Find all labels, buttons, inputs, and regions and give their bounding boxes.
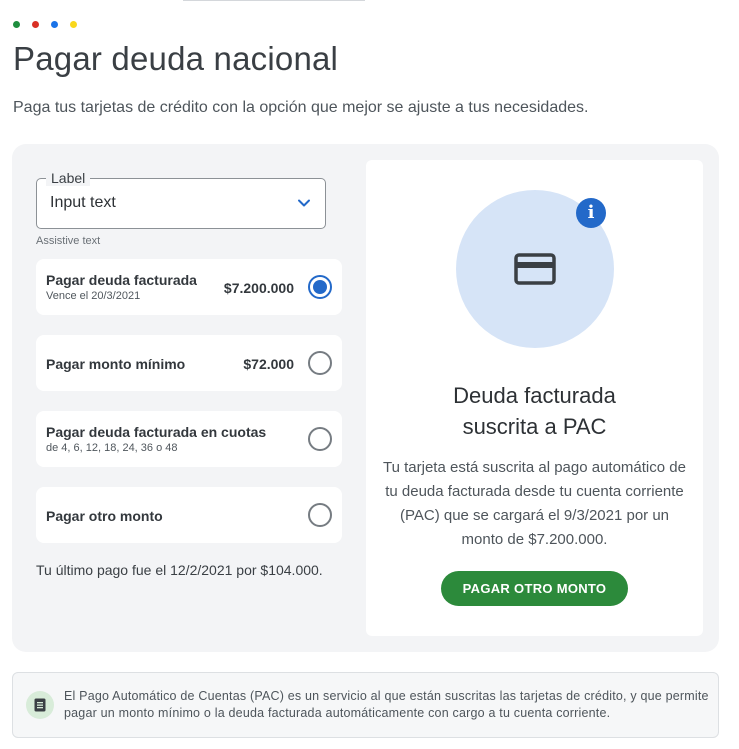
option-amount: $72.000 (243, 356, 294, 372)
account-select-value: Input text (50, 194, 116, 211)
panel-description: Tu tarjeta está suscrita al pago automát… (383, 459, 686, 548)
radio-button[interactable] (308, 427, 332, 451)
brand-dot-green (13, 21, 20, 28)
brand-dots (13, 21, 77, 28)
option-title: Pagar otro monto (46, 508, 163, 524)
radio-button[interactable] (308, 351, 332, 375)
chevron-down-icon[interactable] (297, 196, 311, 210)
last-payment-text: Tu último pago fue el 12/2/2021 por $104… (36, 562, 323, 578)
document-icon (34, 698, 46, 712)
assistive-text: Assistive text (36, 235, 101, 247)
brand-dot-red (32, 21, 39, 28)
option-subtitle: de 4, 6, 12, 18, 24, 36 o 48 (46, 442, 178, 454)
option-pagar-deuda-facturada[interactable]: Pagar deuda facturada Vence el 20/3/2021… (36, 259, 342, 315)
page-title: Pagar deuda nacional (13, 40, 339, 77)
note-text: El Pago Automático de Cuentas (PAC) es u… (64, 689, 709, 720)
brand-dot-yellow (70, 21, 77, 28)
option-pagar-en-cuotas[interactable]: Pagar deuda facturada en cuotas de 4, 6,… (36, 411, 342, 467)
page-subtitle: Paga tus tarjetas de crédito con la opci… (13, 99, 589, 116)
option-title: Pagar deuda facturada (46, 272, 197, 288)
radio-button-selected[interactable] (308, 275, 332, 299)
brand-dot-blue (51, 21, 58, 28)
panel-title-line-2: suscrita a PAC (462, 414, 607, 439)
option-title: Pagar monto mínimo (46, 356, 186, 372)
option-amount: $7.200.000 (223, 280, 294, 296)
option-title: Pagar deuda facturada en cuotas (46, 424, 267, 440)
option-subtitle: Vence el 20/3/2021 (46, 290, 141, 302)
credit-card-icon (514, 253, 556, 285)
radio-button[interactable] (308, 503, 332, 527)
info-icon[interactable]: i (576, 198, 606, 228)
panel-title-line-1: Deuda facturada (453, 383, 616, 408)
top-divider (183, 0, 365, 1)
panel-title: Deuda facturada suscrita a PAC (366, 380, 703, 442)
account-select-label: Label (46, 170, 91, 186)
option-pagar-otro-monto[interactable]: Pagar otro monto (36, 487, 342, 543)
option-pagar-monto-minimo[interactable]: Pagar monto mínimo $72.000 (36, 335, 342, 391)
pagar-otro-monto-button[interactable]: PAGAR OTRO MONTO (441, 571, 628, 606)
